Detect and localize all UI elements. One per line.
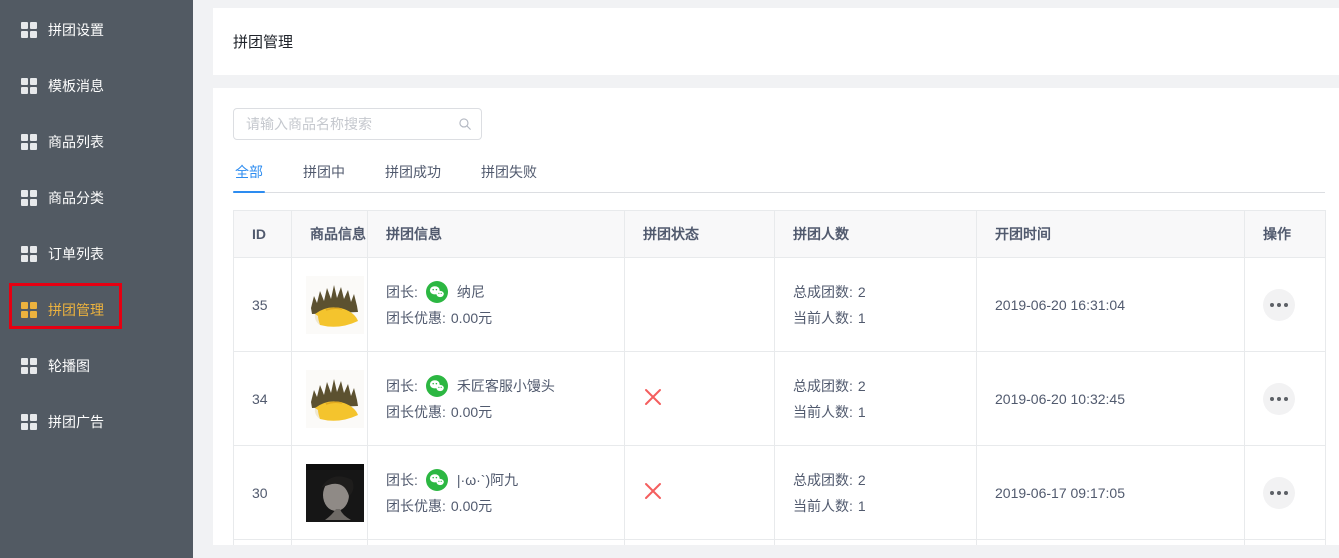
sidebar-item-group-settings[interactable]: 拼团设置	[0, 2, 193, 58]
leader-name: 纳尼	[457, 279, 485, 305]
current-people-value: 1	[858, 310, 866, 326]
col-header-group-info: 拼团信息	[368, 211, 625, 258]
tab-group-success[interactable]: 拼团成功	[383, 162, 443, 192]
row-id: 34	[234, 352, 292, 446]
group-table: ID 商品信息 拼团信息 拼团状态 拼团人数 开团时间 操作 35	[233, 210, 1326, 545]
tab-bar: 全部 拼团中 拼团成功 拼团失败	[233, 162, 1325, 193]
sidebar-item-group-management[interactable]: 拼团管理	[0, 282, 193, 338]
current-people-label: 当前人数:	[793, 310, 853, 326]
total-groups-label: 总成团数:	[793, 472, 853, 488]
wechat-icon	[426, 375, 448, 397]
grid-icon	[21, 22, 37, 38]
current-people-value: 1	[858, 404, 866, 420]
discount-label: 团长优惠:	[386, 305, 446, 331]
sidebar-item-product-list[interactable]: 商品列表	[0, 114, 193, 170]
discount-value: 0.00元	[451, 305, 492, 331]
sidebar-item-carousel[interactable]: 轮播图	[0, 338, 193, 394]
wechat-icon	[426, 281, 448, 303]
total-groups-label: 总成团数:	[793, 284, 853, 300]
row-id: 30	[234, 446, 292, 540]
page-title: 拼团管理	[233, 31, 293, 52]
close-x-icon	[643, 481, 663, 501]
grid-icon	[21, 246, 37, 262]
total-groups-value: 2	[858, 472, 866, 488]
page-header: 拼团管理	[213, 8, 1339, 75]
sidebar-item-label: 商品分类	[48, 188, 104, 208]
grid-icon	[21, 190, 37, 206]
col-header-id: ID	[234, 211, 292, 258]
sidebar-item-label: 拼团广告	[48, 412, 104, 432]
grid-icon	[21, 134, 37, 150]
open-time: 2019-06-20 16:31:04	[977, 258, 1245, 352]
leader-name: |·ω·`)阿九	[457, 467, 518, 493]
discount-label: 团长优惠:	[386, 493, 446, 519]
sidebar-item-group-ads[interactable]: 拼团广告	[0, 394, 193, 450]
col-header-people: 拼团人数	[775, 211, 977, 258]
leader-label: 团长:	[386, 373, 418, 399]
sidebar-item-label: 轮播图	[48, 356, 90, 376]
col-header-open-time: 开团时间	[977, 211, 1245, 258]
total-groups-value: 2	[858, 378, 866, 394]
product-image	[306, 276, 364, 334]
sidebar-item-product-categories[interactable]: 商品分类	[0, 170, 193, 226]
close-x-icon	[643, 387, 663, 407]
table-row: 35 团长: 纳尼	[234, 258, 1326, 352]
discount-value: 0.00元	[451, 493, 492, 519]
table-row-partial	[234, 540, 1326, 546]
product-image	[306, 370, 364, 428]
sidebar-item-order-list[interactable]: 订单列表	[0, 226, 193, 282]
wechat-icon	[426, 469, 448, 491]
tab-group-failed[interactable]: 拼团失败	[479, 162, 539, 192]
app-window: 拼团设置 模板消息 商品列表 商品分类 订单列表 拼团管理 轮播图 拼团广告	[0, 0, 1339, 558]
total-groups-value: 2	[858, 284, 866, 300]
product-image	[306, 464, 364, 522]
col-header-product: 商品信息	[292, 211, 368, 258]
col-header-status: 拼团状态	[625, 211, 775, 258]
grid-icon	[21, 414, 37, 430]
table-header-row: ID 商品信息 拼团信息 拼团状态 拼团人数 开团时间 操作	[234, 211, 1326, 258]
current-people-label: 当前人数:	[793, 498, 853, 514]
current-people-label: 当前人数:	[793, 404, 853, 420]
search-icon[interactable]	[458, 117, 472, 131]
open-time: 2019-06-20 10:32:45	[977, 352, 1245, 446]
ellipsis-icon[interactable]	[1263, 477, 1295, 509]
grid-icon	[21, 78, 37, 94]
discount-label: 团长优惠:	[386, 399, 446, 425]
grid-icon	[21, 358, 37, 374]
leader-name: 禾匠客服小馒头	[457, 373, 555, 399]
leader-label: 团长:	[386, 467, 418, 493]
sidebar: 拼团设置 模板消息 商品列表 商品分类 订单列表 拼团管理 轮播图 拼团广告	[0, 0, 193, 558]
grid-icon	[21, 302, 37, 318]
sidebar-item-label: 拼团管理	[48, 300, 104, 320]
sidebar-item-label: 订单列表	[48, 244, 104, 264]
sidebar-item-label: 拼团设置	[48, 20, 104, 40]
tab-grouping[interactable]: 拼团中	[301, 162, 347, 192]
leader-label: 团长:	[386, 279, 418, 305]
row-id: 35	[234, 258, 292, 352]
sidebar-item-label: 商品列表	[48, 132, 104, 152]
main-content: 拼团管理 全部 拼团中 拼团成功 拼团失败	[193, 0, 1339, 558]
search-input[interactable]	[233, 108, 482, 140]
col-header-actions: 操作	[1245, 211, 1326, 258]
table-row: 34 团长: 禾匠客服小馒头	[234, 352, 1326, 446]
table-row: 30 团长: |·ω·`)阿九	[234, 446, 1326, 540]
tab-all[interactable]: 全部	[233, 162, 265, 192]
ellipsis-icon[interactable]	[1263, 383, 1295, 415]
discount-value: 0.00元	[451, 399, 492, 425]
content-card: 全部 拼团中 拼团成功 拼团失败 ID 商品信息 拼团信息 拼团状态	[213, 88, 1339, 545]
ellipsis-icon[interactable]	[1263, 289, 1295, 321]
search-box	[233, 108, 482, 140]
current-people-value: 1	[858, 498, 866, 514]
total-groups-label: 总成团数:	[793, 378, 853, 394]
sidebar-item-label: 模板消息	[48, 76, 104, 96]
sidebar-item-template-messages[interactable]: 模板消息	[0, 58, 193, 114]
open-time: 2019-06-17 09:17:05	[977, 446, 1245, 540]
